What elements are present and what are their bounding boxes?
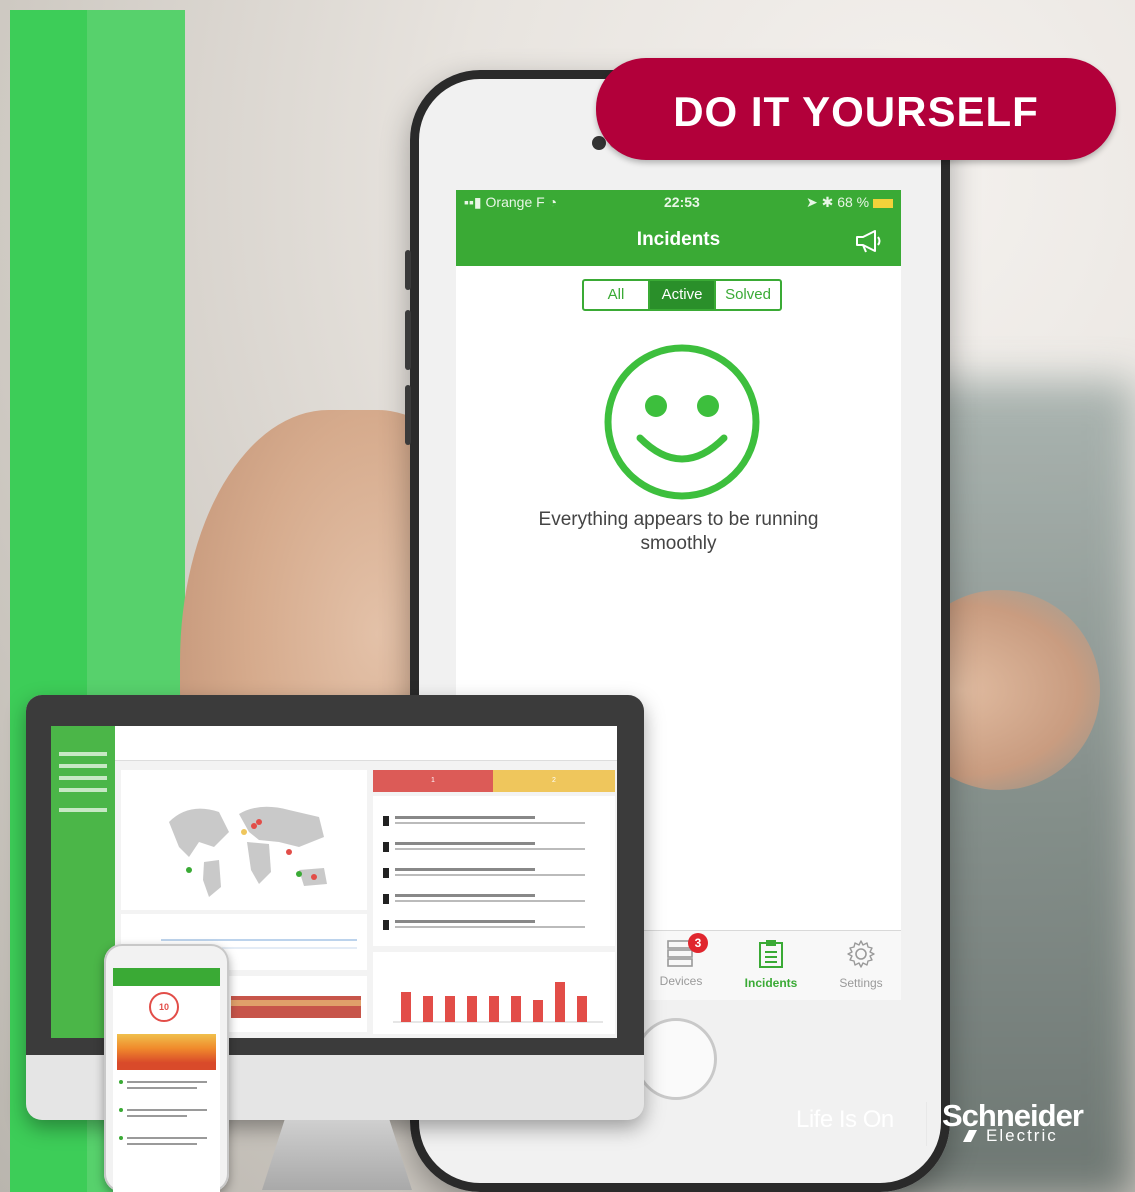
wifi-icon: ◔ [548, 194, 558, 210]
mini-phone: 10 [104, 944, 229, 1192]
brand-separator [926, 1102, 927, 1146]
brand-tagline: Life Is On [796, 1106, 894, 1133]
bar-chart [393, 982, 603, 1023]
sidebar-item[interactable] [59, 776, 107, 780]
list-item [127, 1137, 207, 1139]
sidebar-item[interactable] [59, 808, 107, 812]
map-card [121, 770, 367, 910]
list-item[interactable] [383, 920, 585, 934]
stat-alarms[interactable]: 1 [373, 770, 493, 792]
stat-warnings[interactable]: 2 [493, 770, 615, 792]
devices-icon: 3 [666, 933, 708, 970]
phone-volume-down [405, 385, 411, 445]
nav-bar: Incidents [456, 214, 901, 266]
tab-settings-label: Settings [839, 976, 883, 990]
list-item [119, 1080, 123, 1084]
mini-phone-heatmap [117, 1034, 216, 1070]
diy-banner-label: DO IT YOURSELF [673, 88, 1039, 135]
list-item [127, 1087, 197, 1089]
battery-icon [873, 198, 893, 208]
status-bar: ▪▪▮ Orange F ◔ 22:53 ➤ ✱ 68 % [456, 190, 901, 214]
list-item[interactable] [383, 894, 585, 908]
alerts-list [373, 796, 615, 946]
segment-solved[interactable]: Solved [714, 281, 780, 309]
segment-all[interactable]: All [584, 281, 648, 309]
list-item[interactable] [383, 842, 585, 856]
list-item [127, 1109, 207, 1111]
diy-banner: DO IT YOURSELF [596, 58, 1116, 160]
list-item [127, 1143, 197, 1145]
signal-icon: ▪▪▮ [464, 194, 482, 210]
smiley-icon [602, 342, 762, 507]
sidebar-item[interactable] [59, 752, 107, 756]
brand-logo: Life Is On Schneider Electric [796, 1096, 1116, 1156]
tab-incidents-label: Incidents [744, 976, 798, 990]
monitor-stand [262, 1120, 412, 1190]
list-item [119, 1136, 123, 1140]
dashboard-header [115, 726, 617, 761]
devices-badge: 3 [688, 933, 708, 953]
empty-state-message: Everything appears to be running smoothl… [538, 509, 819, 554]
tab-incidents[interactable]: Incidents [726, 939, 816, 990]
mini-phone-screen: 10 [113, 968, 220, 1192]
tab-devices[interactable]: 3 Devices [636, 933, 726, 988]
brand-sub: Electric [986, 1126, 1058, 1145]
segment-active[interactable]: Active [648, 281, 714, 309]
schneider-logo-icon [963, 1130, 977, 1142]
megaphone-icon[interactable] [853, 228, 885, 259]
world-map [169, 806, 327, 897]
list-item [127, 1081, 207, 1083]
phone-volume-up [405, 310, 411, 370]
incident-filter: All Active Solved [582, 279, 782, 311]
bluetooth-icon: ✱ [821, 194, 834, 210]
sidebar-item[interactable] [59, 788, 107, 792]
list-item[interactable] [383, 816, 585, 830]
home-button[interactable] [635, 1018, 717, 1100]
status-time: 22:53 [664, 194, 700, 210]
mini-phone-dial: 10 [149, 992, 179, 1022]
clipboard-icon [756, 940, 786, 972]
status-battery: ➤ ✱ 68 % [806, 194, 893, 211]
bar-chart-card [373, 952, 615, 1034]
mini-phone-header [113, 968, 220, 986]
tab-settings[interactable]: Settings [816, 939, 901, 990]
page-title: Incidents [636, 229, 721, 250]
list-item[interactable] [383, 868, 585, 882]
phone-mute-switch [405, 250, 411, 290]
sidebar-item[interactable] [59, 764, 107, 768]
gear-icon [846, 940, 876, 972]
tab-devices-label: Devices [659, 974, 703, 988]
list-item [127, 1115, 187, 1117]
location-icon: ➤ [805, 194, 818, 210]
list-item [119, 1108, 123, 1112]
status-carrier: ▪▪▮ Orange F ◔ [464, 194, 558, 210]
